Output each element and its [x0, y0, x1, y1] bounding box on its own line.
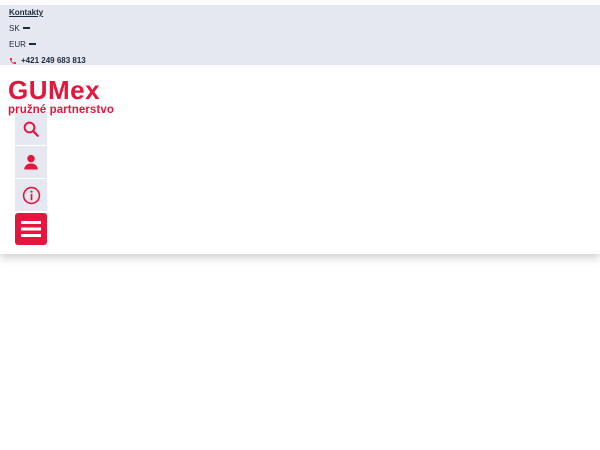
header-icon-column	[15, 113, 47, 246]
menu-icon	[21, 221, 41, 237]
logo-wordmark: GUMex	[8, 75, 101, 105]
search-icon	[23, 121, 39, 137]
info-icon	[22, 186, 40, 204]
account-button[interactable]	[15, 146, 47, 178]
phone-icon	[10, 58, 16, 64]
info-button[interactable]	[15, 179, 47, 211]
phone-link[interactable]: +421 249 683 813	[9, 56, 86, 66]
dropdown-dash-icon	[22, 27, 30, 29]
gumex-logo[interactable]: GUMex pružné partnerstvo	[8, 75, 114, 116]
language-value: SK	[9, 24, 20, 33]
menu-button[interactable]	[15, 213, 47, 245]
currency-value: EUR	[9, 40, 26, 49]
language-selector[interactable]: SK	[9, 24, 30, 34]
phone-number: +421 249 683 813	[21, 56, 86, 65]
contacts-link[interactable]: Kontakty	[9, 8, 43, 18]
top-bar: Kontakty SK EUR +421 249 683 813	[0, 5, 600, 65]
user-icon	[24, 154, 38, 170]
currency-selector[interactable]: EUR	[9, 40, 36, 50]
search-button[interactable]	[15, 113, 47, 145]
dropdown-dash-icon	[28, 43, 36, 45]
site-header: GUMex pružné partnerstvo	[0, 67, 600, 254]
